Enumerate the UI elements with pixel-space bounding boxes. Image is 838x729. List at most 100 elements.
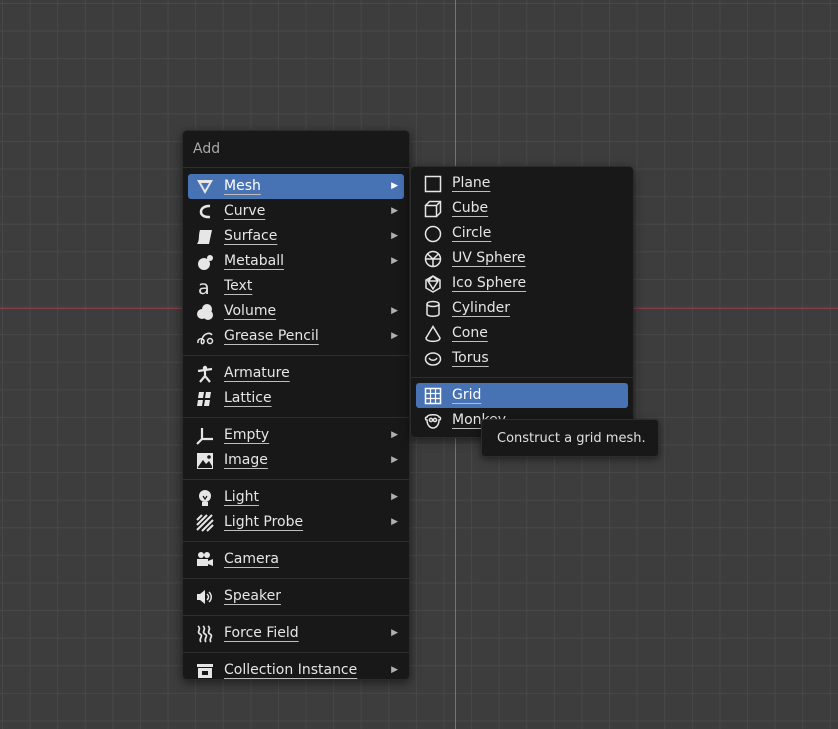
menu-item-label: Cylinder [452,300,510,316]
menu-separator [183,615,409,616]
lattice-icon [196,390,214,408]
menu-item-label: Light Probe [224,514,304,530]
armature-icon [196,365,214,383]
menu-item-label: Curve [224,203,266,219]
menu-item-label: Torus [452,350,489,366]
submenu-arrow-icon: ▶ [391,256,398,266]
menu-item-force-field[interactable]: Force Field ▶ [188,621,404,646]
menu-item-ico-sphere[interactable]: Ico Sphere [416,271,628,296]
menu-item-label: Grid [452,387,482,403]
menu-item-metaball[interactable]: Metaball ▶ [188,249,404,274]
menu-item-grease-pencil[interactable]: Grease Pencil ▶ [188,324,404,349]
plane-icon [424,175,442,193]
menu-item-label: Text [224,278,253,294]
torus-icon [424,350,442,368]
menu-title: Add [183,131,409,168]
menu-separator [183,652,409,653]
mesh-submenu: Plane Cube Circle UV Sphere Ico Sphere Cylind… [410,166,634,438]
menu-item-label: Empty [224,427,270,443]
menu-item-surface[interactable]: Surface ▶ [188,224,404,249]
empty-icon [196,427,214,445]
surface-icon [196,228,214,246]
menu-item-label: Surface [224,228,278,244]
circle-icon [424,225,442,243]
collection-instance-icon [196,662,214,680]
uv-sphere-icon [424,250,442,268]
menu-separator [183,578,409,579]
menu-item-label: Armature [224,365,290,381]
menu-item-label: Circle [452,225,492,241]
submenu-arrow-icon: ▶ [391,181,398,191]
menu-item-label: Metaball [224,253,285,269]
submenu-arrow-icon: ▶ [391,306,398,316]
menu-item-circle[interactable]: Circle [416,221,628,246]
menu-item-empty[interactable]: Empty ▶ [188,423,404,448]
light-probe-icon [196,514,214,532]
menu-item-collection-instance[interactable]: Collection Instance ▶ [188,658,404,683]
menu-item-label: Mesh [224,178,261,194]
submenu-arrow-icon: ▶ [391,455,398,465]
menu-item-label: Force Field [224,625,299,641]
cylinder-icon [424,300,442,318]
menu-item-uv-sphere[interactable]: UV Sphere [416,246,628,271]
speaker-icon [196,588,214,606]
menu-item-volume[interactable]: Volume ▶ [188,299,404,324]
menu-item-label: Image [224,452,268,468]
menu-item-grid[interactable]: Grid [416,383,628,408]
menu-item-light[interactable]: Light ▶ [188,485,404,510]
menu-item-label: Light [224,489,259,505]
submenu-arrow-icon: ▶ [391,206,398,216]
menu-item-mesh[interactable]: Mesh ▶ [188,174,404,199]
menu-item-label: Cone [452,325,488,341]
text-icon: a [196,278,214,296]
menu-item-label: Ico Sphere [452,275,527,291]
menu-item-camera[interactable]: Camera [188,547,404,572]
mesh-icon [196,178,214,196]
camera-icon [196,551,214,569]
volume-icon [196,303,214,321]
submenu-arrow-icon: ▶ [391,517,398,527]
menu-separator [183,479,409,480]
menu-item-label: Speaker [224,588,281,604]
menu-item-label: UV Sphere [452,250,526,266]
light-icon [196,489,214,507]
curve-icon [196,203,214,221]
menu-item-torus[interactable]: Torus [416,346,628,371]
menu-separator [183,355,409,356]
menu-item-label: Grease Pencil [224,328,319,344]
menu-item-light-probe[interactable]: Light Probe ▶ [188,510,404,535]
menu-item-cube[interactable]: Cube [416,196,628,221]
menu-item-speaker[interactable]: Speaker [188,584,404,609]
menu-separator [183,417,409,418]
menu-item-plane[interactable]: Plane [416,171,628,196]
menu-item-cone[interactable]: Cone [416,321,628,346]
submenu-arrow-icon: ▶ [391,430,398,440]
grease-pencil-icon [196,328,214,346]
menu-item-lattice[interactable]: Lattice [188,386,404,411]
menu-separator [411,377,633,378]
submenu-arrow-icon: ▶ [391,331,398,341]
image-icon [196,452,214,470]
svg-text:a: a [198,278,210,296]
cone-icon [424,325,442,343]
menu-separator [183,541,409,542]
menu-item-text[interactable]: a Text [188,274,404,299]
menu-item-label: Lattice [224,390,272,406]
submenu-arrow-icon: ▶ [391,628,398,638]
menu-item-label: Cube [452,200,489,216]
menu-item-label: Camera [224,551,279,567]
menu-item-image[interactable]: Image ▶ [188,448,404,473]
ico-sphere-icon [424,275,442,293]
menu-item-label: Volume [224,303,277,319]
tooltip: Construct a grid mesh. [481,419,659,457]
menu-item-curve[interactable]: Curve ▶ [188,199,404,224]
menu-item-armature[interactable]: Armature [188,361,404,386]
monkey-icon [424,412,442,430]
submenu-arrow-icon: ▶ [391,492,398,502]
force-field-icon [196,625,214,643]
submenu-arrow-icon: ▶ [391,665,398,675]
menu-item-cylinder[interactable]: Cylinder [416,296,628,321]
cube-icon [424,200,442,218]
menu-item-label: Collection Instance [224,662,358,678]
add-menu: Add Mesh ▶ Curve ▶ Surface ▶ Metaball ▶ a Text Vol… [182,130,410,680]
